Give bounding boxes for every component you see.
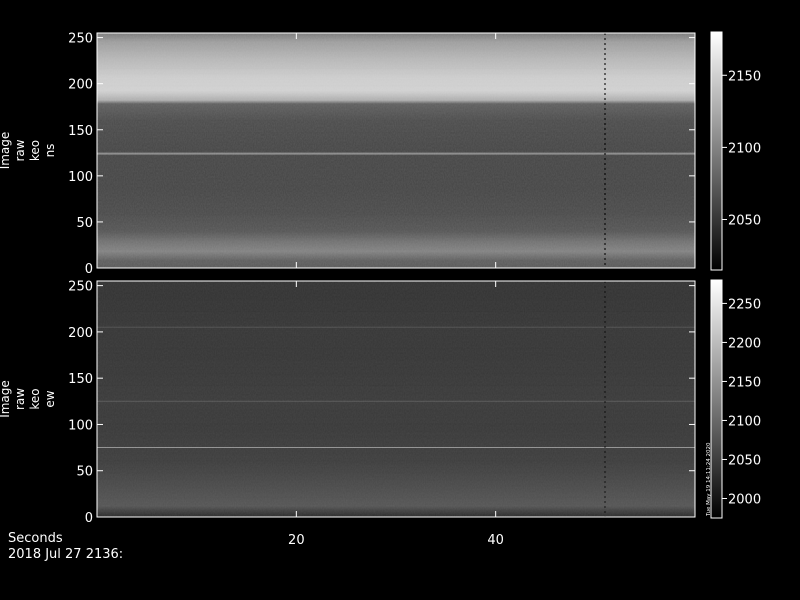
colorbar-tick-label: 2150 (728, 375, 761, 390)
y-axis-label-ns: Image raw keo ns (0, 132, 57, 170)
y-tick-label: 0 (85, 511, 93, 526)
colorbar-ticks-ew: 2000 2050 2100 2150 2200 2250 (722, 297, 761, 507)
colorbar-ew (710, 279, 723, 519)
y-label-line: keo (28, 140, 42, 161)
colorbar-annotation: Tue May 19 14:11:24 2020 (706, 442, 712, 517)
colorbar-tick-label: 2150 (728, 69, 761, 84)
y-label-line: Image (0, 380, 12, 418)
y-label-line: keo (28, 388, 42, 409)
colorbar-tick-label: 2050 (728, 453, 761, 468)
colorbar-ns (710, 31, 723, 271)
y-tick-label: 250 (68, 280, 93, 295)
panel-ns: 0 50 100 150 200 250 Image raw keo ns 2050 2100 21… (0, 31, 761, 277)
y-label-line: raw (13, 388, 27, 410)
y-tick-label: 250 (68, 32, 93, 47)
y-label-line: raw (13, 139, 27, 161)
y-tick-label: 0 (85, 262, 93, 277)
y-axis-label-ew: Image raw keo ew (0, 380, 57, 418)
x-axis-title: Seconds (8, 531, 63, 546)
x-tick-label: 20 (288, 533, 305, 548)
y-tick-label: 200 (68, 326, 93, 341)
y-label-line: ew (43, 390, 57, 407)
colorbar-tick-label: 2100 (728, 414, 761, 429)
colorbar-tick-label: 2050 (728, 214, 761, 229)
y-tick-label: 50 (76, 465, 93, 480)
colorbar-ticks-ns: 2050 2100 2150 (722, 69, 761, 229)
y-tick-label: 50 (76, 216, 93, 231)
y-tick-label: 150 (68, 124, 93, 139)
colorbar-tick-label: 2250 (728, 297, 761, 312)
colorbar-tick-label: 2000 (728, 492, 761, 507)
panel-ew: 0 50 100 150 200 250 Image raw keo ew 2000 2050 21… (0, 279, 761, 526)
x-axis-tick-labels: 20 40 (288, 533, 504, 548)
x-tick-label: 40 (487, 533, 504, 548)
colorbar-tick-label: 2200 (728, 336, 761, 351)
y-tick-label: 100 (68, 170, 93, 185)
y-label-line: Image (0, 132, 12, 170)
y-tick-label: 150 (68, 372, 93, 387)
y-label-line: ns (43, 144, 57, 158)
date-label: 2018 Jul 27 2136: (8, 547, 124, 562)
y-tick-label: 200 (68, 78, 93, 93)
y-tick-label: 100 (68, 418, 93, 433)
keogram-figure: 050100150200250 Image raw keo ns 2050210021… (0, 31, 761, 548)
colorbar-tick-label: 2100 (728, 141, 761, 156)
